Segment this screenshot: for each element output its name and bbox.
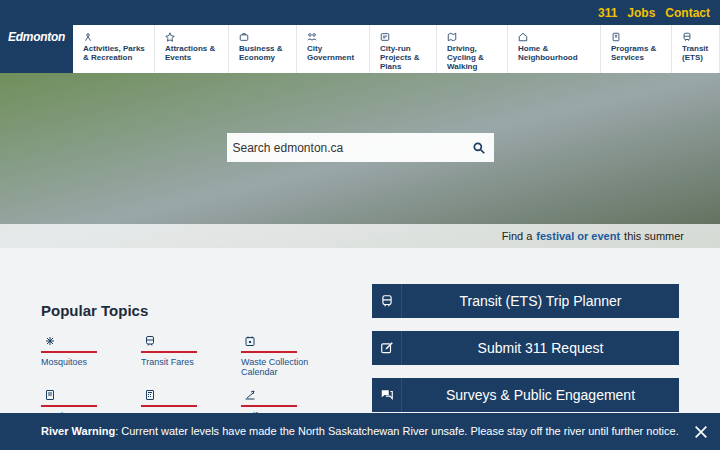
action-button[interactable]: Transit (ETS) Trip Planner bbox=[372, 284, 679, 318]
nav-label[interactable]: Transit (ETS) bbox=[682, 44, 716, 62]
nav-label[interactable]: Home & Neighbourhood bbox=[518, 44, 597, 62]
nav-icon bbox=[83, 32, 93, 42]
nav-label[interactable]: City Government bbox=[307, 44, 366, 62]
topic-icon bbox=[144, 389, 156, 401]
topic-underline bbox=[41, 405, 97, 407]
close-icon bbox=[693, 424, 709, 440]
nav-icon bbox=[239, 32, 249, 42]
alert-title: River Warning bbox=[41, 425, 115, 437]
action-buttons: Transit (ETS) Trip Planner Submit 311 Req… bbox=[372, 284, 679, 429]
alert-text: : Current water levels have made the Nor… bbox=[115, 425, 679, 437]
action-label[interactable]: Submit 311 Request bbox=[402, 331, 679, 365]
topic-label[interactable]: Transit Fares bbox=[141, 357, 211, 367]
caption-text: this summer bbox=[624, 228, 684, 245]
topic-underline bbox=[141, 351, 197, 353]
topic-icon bbox=[44, 389, 56, 401]
nav-icon bbox=[447, 32, 457, 42]
nav-item[interactable]: City-run Projects & Plans bbox=[370, 25, 437, 73]
utility-bar: 311 Jobs Contact bbox=[73, 0, 720, 25]
topic-underline bbox=[141, 405, 197, 407]
action-icon-box bbox=[372, 331, 402, 365]
nav-item[interactable]: Business & Economy bbox=[229, 25, 297, 73]
action-button[interactable]: Surveys & Public Engagement bbox=[372, 378, 679, 412]
action-icon bbox=[380, 388, 394, 402]
nav-icon bbox=[380, 32, 390, 42]
topic-underline bbox=[41, 351, 97, 353]
topic-label[interactable]: Mosquitoes bbox=[41, 357, 111, 367]
nav-icon bbox=[682, 32, 692, 42]
hero-photo: Find afestival or eventthis summer bbox=[0, 73, 720, 248]
nav-item[interactable]: Attractions & Events bbox=[155, 25, 229, 73]
nav-icon bbox=[611, 32, 621, 42]
nav-label[interactable]: Driving, Cycling & Walking bbox=[447, 44, 504, 71]
festival-link[interactable]: festival or event bbox=[536, 228, 620, 245]
nav-icon bbox=[165, 32, 175, 42]
search-box[interactable] bbox=[227, 133, 494, 162]
nav-item[interactable]: Transit (ETS) bbox=[672, 25, 720, 73]
topic-item[interactable]: Transit Fares bbox=[141, 335, 241, 377]
alert-bar: River Warning: Current water levels have… bbox=[0, 413, 720, 450]
topic-item[interactable]: Mosquitoes bbox=[41, 335, 141, 377]
nav-icon bbox=[307, 32, 317, 42]
nav-icon bbox=[518, 32, 528, 42]
popular-topics: Popular Topics Mosquitoes Transit Fares Was… bbox=[41, 284, 341, 429]
topic-icon bbox=[44, 335, 56, 347]
utility-link[interactable]: 311 bbox=[598, 4, 617, 22]
action-icon-box bbox=[372, 284, 402, 318]
nav-item[interactable]: City Government bbox=[297, 25, 370, 73]
main-content: Popular Topics Mosquitoes Transit Fares Was… bbox=[0, 248, 720, 429]
alert-message: River Warning: Current water levels have… bbox=[41, 423, 692, 440]
search-input[interactable] bbox=[233, 139, 468, 157]
action-icon-box bbox=[372, 378, 402, 412]
action-icon bbox=[380, 341, 394, 355]
action-label[interactable]: Surveys & Public Engagement bbox=[402, 378, 679, 412]
topic-underline bbox=[241, 351, 297, 353]
nav-label[interactable]: Activities, Parks & Recreation bbox=[83, 44, 151, 62]
nav-item[interactable]: Programs & Services bbox=[601, 25, 672, 73]
header-right: 311 Jobs Contact Activities, Parks & Recrea… bbox=[73, 0, 720, 73]
hero-caption: Find afestival or eventthis summer bbox=[0, 224, 720, 248]
topic-icon bbox=[244, 389, 256, 401]
utility-link[interactable]: Jobs bbox=[627, 4, 655, 22]
topic-label[interactable]: Waste Collection Calendar bbox=[241, 357, 311, 377]
main-nav: Activities, Parks & Recreation Attraction… bbox=[73, 25, 720, 73]
nav-item[interactable]: Driving, Cycling & Walking bbox=[437, 25, 508, 73]
nav-label[interactable]: City-run Projects & Plans bbox=[380, 44, 433, 71]
header: Edmonton 311 Jobs Contact Activities, Parks … bbox=[0, 0, 720, 73]
action-button[interactable]: Submit 311 Request bbox=[372, 331, 679, 365]
nav-label[interactable]: Business & Economy bbox=[239, 44, 293, 62]
nav-label[interactable]: Attractions & Events bbox=[165, 44, 225, 62]
logo-text[interactable]: Edmonton bbox=[8, 28, 65, 46]
popular-topics-title: Popular Topics bbox=[41, 300, 341, 323]
search-icon bbox=[472, 141, 486, 155]
topic-underline bbox=[241, 405, 297, 407]
topic-icon bbox=[244, 335, 256, 347]
logo[interactable]: Edmonton bbox=[0, 0, 73, 73]
nav-label[interactable]: Programs & Services bbox=[611, 44, 668, 62]
close-button[interactable] bbox=[692, 423, 710, 441]
action-label[interactable]: Transit (ETS) Trip Planner bbox=[402, 284, 679, 318]
utility-link[interactable]: Contact bbox=[665, 4, 710, 22]
nav-item[interactable]: Activities, Parks & Recreation bbox=[73, 25, 155, 73]
caption-text: Find a bbox=[502, 228, 533, 245]
nav-item[interactable]: Home & Neighbourhood bbox=[508, 25, 601, 73]
action-icon bbox=[380, 294, 394, 308]
topic-icon bbox=[144, 335, 156, 347]
search-area bbox=[0, 73, 720, 224]
topic-item[interactable]: Waste Collection Calendar bbox=[241, 335, 341, 377]
